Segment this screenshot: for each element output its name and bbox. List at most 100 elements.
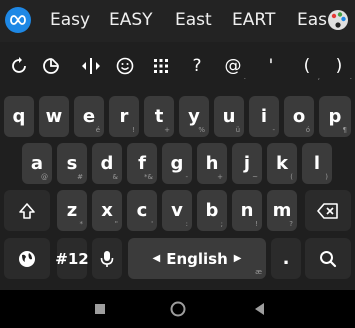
key-label: d (100, 153, 114, 174)
shift-icon (19, 202, 35, 219)
key-hint: ( (290, 173, 293, 181)
emoji-icon[interactable] (110, 45, 140, 87)
key-i[interactable]: i- (249, 96, 279, 137)
key-m[interactable]: m? (267, 190, 297, 231)
key-label: r (119, 106, 129, 127)
key-hint: ) (325, 173, 328, 181)
key-label: b (205, 200, 219, 221)
key-label: m (272, 200, 292, 221)
key-hint: + (217, 173, 223, 181)
numbers-label: #12 (55, 249, 89, 268)
key-hint: ~ (252, 173, 258, 181)
key-hint: ' (151, 220, 153, 228)
key-hint: " (114, 220, 118, 228)
key-q[interactable]: q (4, 96, 34, 137)
suggestion-4[interactable]: EART (232, 10, 275, 30)
search-key[interactable] (305, 238, 351, 279)
suggestion-bar: Easy EASY East EART Eas (0, 0, 355, 42)
key-label: h (205, 153, 219, 174)
period-key[interactable]: . (271, 238, 301, 279)
key-hint: é (95, 126, 100, 134)
key-label: w (45, 106, 63, 127)
numbers-key[interactable]: #12 (55, 238, 89, 279)
key-label: t (154, 106, 164, 127)
arrow-left-icon: ◀ (152, 253, 161, 264)
symbol-key-close-paren[interactable]: ) . (324, 45, 354, 87)
key-j[interactable]: j ~ (232, 143, 262, 184)
key-label: s (66, 153, 78, 174)
key-u[interactable]: uü (214, 96, 244, 137)
key-label: q (12, 106, 26, 127)
recent-apps-icon[interactable] (92, 301, 108, 317)
key-hint: & (112, 173, 118, 181)
key-label: n (240, 200, 254, 221)
key-p[interactable]: p ¶ (319, 96, 351, 137)
space-label: English (166, 249, 228, 268)
key-w[interactable]: w (39, 96, 69, 137)
key-label: i (260, 106, 268, 127)
key-label: c (136, 200, 148, 221)
symbol-key-apostrophe[interactable]: ' (256, 45, 286, 87)
infinity-logo-icon[interactable] (5, 7, 31, 33)
key-n[interactable]: n! (232, 190, 262, 231)
key-c[interactable]: c ' (127, 190, 157, 231)
key-x[interactable]: x " (92, 190, 122, 231)
search-icon (320, 250, 337, 267)
key-hint: @ (41, 173, 48, 181)
key-label: l (313, 153, 321, 174)
symbol-hint: . (243, 73, 246, 81)
key-label: p (328, 106, 342, 127)
key-o[interactable]: oó (284, 96, 314, 137)
backspace-icon (317, 202, 338, 219)
key-y[interactable]: y% (179, 96, 209, 137)
key-hint: ¶ (342, 126, 347, 134)
key-k[interactable]: k( (267, 143, 297, 184)
symbol-key-open-paren[interactable]: ( , (292, 45, 322, 87)
key-t[interactable]: t + (144, 96, 174, 137)
suggestion-3[interactable]: East (175, 10, 212, 30)
sticker-icon[interactable] (36, 45, 66, 87)
key-l[interactable]: l) (302, 143, 332, 184)
space-bar[interactable]: ◀ English ▶ æ (128, 238, 266, 279)
sync-icon[interactable] (4, 45, 34, 87)
palette-icon[interactable] (326, 8, 350, 32)
toolbar-row: ? @ . ' ( , ) . (0, 45, 355, 87)
key-r[interactable]: r! (109, 96, 139, 137)
key-hint: ! (132, 126, 135, 134)
symbol-key-at[interactable]: @ . (218, 45, 248, 87)
back-icon[interactable] (252, 301, 268, 317)
key-z[interactable]: z * (57, 190, 87, 231)
key-label: o (292, 106, 306, 127)
numpad-icon[interactable] (146, 45, 176, 87)
key-b[interactable]: b; (197, 190, 227, 231)
key-label: v (171, 200, 183, 221)
key-label: k (276, 153, 288, 174)
home-icon[interactable] (170, 301, 186, 317)
key-hint: - (272, 126, 275, 134)
key-label: j (243, 153, 251, 174)
cursor-move-icon[interactable] (76, 45, 106, 87)
key-s[interactable]: s # (57, 143, 87, 184)
shift-key[interactable] (4, 190, 50, 231)
backspace-key[interactable] (305, 190, 351, 231)
key-e[interactable]: eé (74, 96, 104, 137)
suggestion-1[interactable]: Easy (50, 10, 90, 30)
key-h[interactable]: h + (197, 143, 227, 184)
language-key[interactable] (4, 238, 50, 279)
key-a[interactable]: a @ (22, 143, 52, 184)
key-label: z (66, 200, 78, 221)
symbol-key-question[interactable]: ? (182, 45, 212, 87)
key-g[interactable]: g- (162, 143, 192, 184)
globe-icon (19, 250, 35, 267)
key-v[interactable]: v: (162, 190, 192, 231)
key-label: y (188, 106, 200, 127)
symbol-hint: . (349, 73, 352, 81)
key-f[interactable]: f *& (127, 143, 157, 184)
period-label: . (282, 248, 290, 269)
suggestion-2[interactable]: EASY (109, 10, 153, 30)
symbol-label: ? (192, 56, 202, 76)
suggestion-5[interactable]: Eas (297, 10, 329, 30)
key-hint: ü (235, 126, 240, 134)
key-d[interactable]: d & (92, 143, 122, 184)
mic-key[interactable] (92, 238, 122, 279)
